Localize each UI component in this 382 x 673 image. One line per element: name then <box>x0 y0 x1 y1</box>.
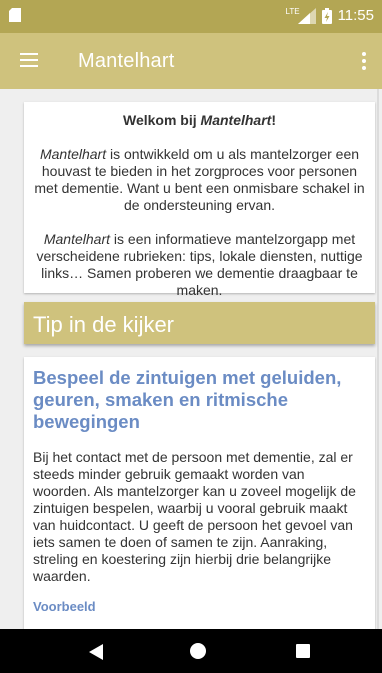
welcome-title: Welkom bij Mantelhart! <box>34 112 365 129</box>
tip-section-header: Tip in de kijker <box>24 302 375 344</box>
example-link[interactable]: Voorbeeld <box>33 599 366 614</box>
home-icon[interactable] <box>190 643 206 659</box>
tip-card[interactable]: Bespeel de zintuigen met geluiden, geure… <box>24 357 375 629</box>
welcome-title-app: Mantelhart <box>200 112 272 128</box>
tip-body: Bij het contact met de persoon met demen… <box>33 449 356 584</box>
welcome-title-prefix: Welkom bij <box>122 112 201 128</box>
battery-charging-icon <box>321 7 332 24</box>
back-icon[interactable] <box>87 644 103 660</box>
status-time: 11:55 <box>337 7 374 24</box>
welcome-title-suffix: ! <box>271 112 276 128</box>
welcome-p1-app: Mantelhart <box>39 146 107 162</box>
app-bar: Mantelhart <box>0 33 382 89</box>
welcome-p2-app: Mantelhart <box>43 231 111 247</box>
more-vert-icon[interactable] <box>362 52 366 70</box>
tip-title[interactable]: Bespeel de zintuigen met geluiden, geure… <box>33 367 366 433</box>
content-scroll-area[interactable]: Welkom bij Mantelhart! Mantelhart is ont… <box>0 89 382 629</box>
welcome-paragraph-2: Mantelhart is een informatieve mantelzor… <box>34 231 365 299</box>
signal-icon <box>297 7 316 24</box>
status-icons: LTE 11:55 <box>285 7 374 24</box>
welcome-paragraph-1: Mantelhart is ontwikkeld om u als mantel… <box>34 146 365 214</box>
menu-icon[interactable] <box>20 53 38 67</box>
status-bar: LTE 11:55 <box>0 0 382 33</box>
scroll-track <box>377 89 379 629</box>
sd-card-icon <box>9 8 21 22</box>
recents-icon[interactable] <box>296 644 310 658</box>
navigation-bar <box>0 629 382 673</box>
app-title: Mantelhart <box>78 50 175 72</box>
network-type: LTE <box>285 7 300 16</box>
welcome-card: Welkom bij Mantelhart! Mantelhart is ont… <box>24 102 375 298</box>
